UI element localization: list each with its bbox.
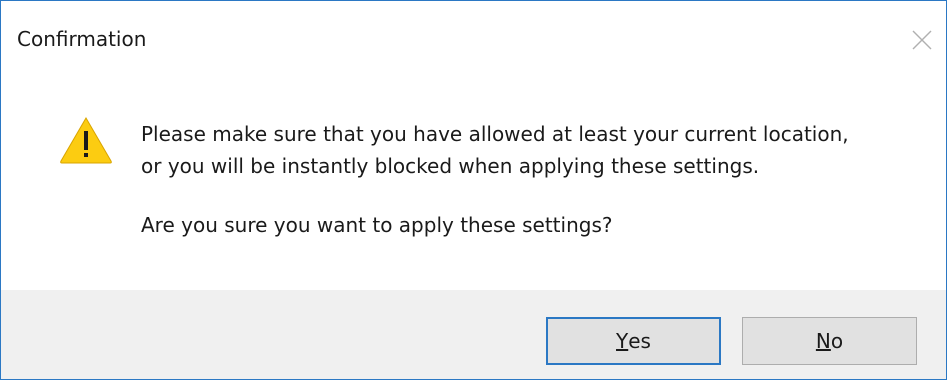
close-icon	[912, 30, 932, 50]
message-line-2: or you will be instantly blocked when ap…	[141, 154, 760, 178]
yes-accelerator: Y	[616, 329, 629, 353]
no-label-rest: o	[830, 329, 844, 353]
warning-icon	[60, 117, 112, 164]
message-line-1: Please make sure that you have allowed a…	[141, 122, 849, 146]
window-title: Confirmation	[17, 27, 147, 51]
yes-button[interactable]: Yes	[546, 317, 721, 365]
confirmation-question: Are you sure you want to apply these set…	[141, 213, 613, 237]
close-button[interactable]	[900, 13, 946, 59]
title-bar: Confirmation	[1, 1, 946, 61]
message-area: Please make sure that you have allowed a…	[1, 61, 946, 290]
confirmation-dialog: Confirmation Please make sure that you h…	[0, 0, 947, 380]
button-bar: Yes No	[1, 290, 946, 379]
no-button[interactable]: No	[742, 317, 917, 365]
no-accelerator: N	[815, 329, 831, 353]
yes-label-rest: es	[628, 329, 651, 353]
